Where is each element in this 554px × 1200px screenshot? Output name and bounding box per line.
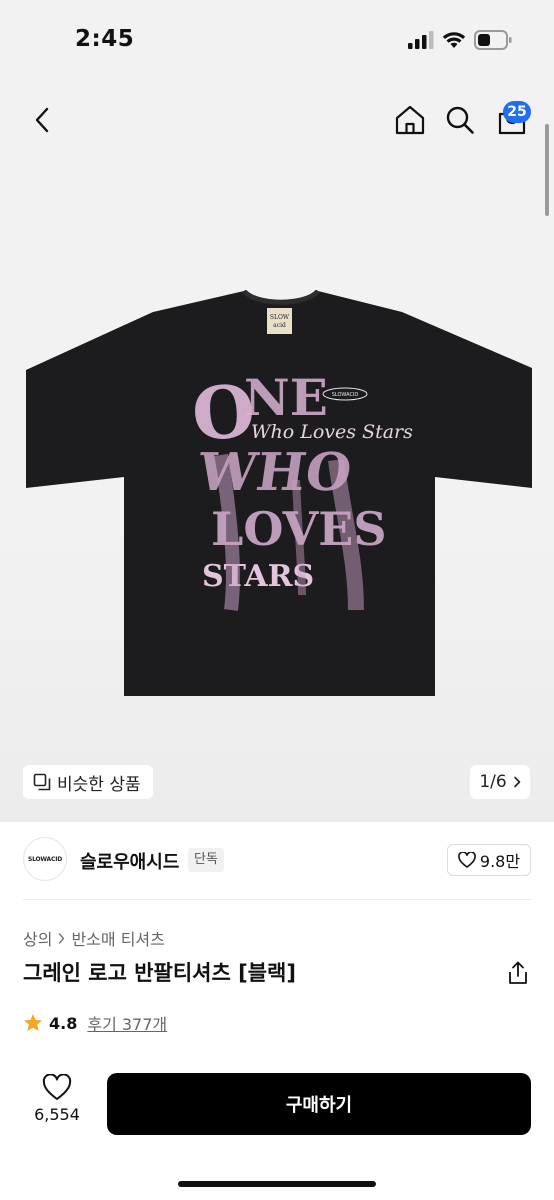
exclusive-badge: 단독	[188, 848, 224, 872]
home-button[interactable]	[390, 100, 430, 140]
similar-products-button[interactable]: 비슷한 상품	[23, 765, 153, 799]
search-button[interactable]	[440, 100, 480, 140]
share-icon	[509, 961, 527, 984]
home-icon	[395, 105, 425, 135]
buy-button[interactable]: 구매하기	[107, 1073, 531, 1135]
buy-button-label: 구매하기	[285, 1095, 353, 1116]
heart-icon	[458, 852, 476, 868]
status-bar: 2:45	[0, 0, 554, 84]
tshirt-collar	[242, 290, 320, 305]
cellular-signal-icon	[408, 31, 434, 49]
brand-logo[interactable]: SLOWACID	[23, 837, 67, 881]
battery-icon	[474, 30, 512, 50]
image-page-counter[interactable]: 1/6	[470, 765, 530, 799]
status-time: 2:45	[75, 26, 135, 52]
back-button[interactable]	[22, 100, 62, 140]
neck-label-text-2: acid	[273, 322, 286, 329]
neck-label-text: SLOW	[270, 314, 290, 321]
svg-text:Who Loves Stars: Who Loves Stars	[251, 421, 413, 443]
brand-row: SLOWACID 슬로우애시드 단독 9.8만	[0, 834, 554, 886]
chevron-right-icon	[59, 932, 65, 944]
svg-text:NE: NE	[244, 368, 328, 427]
product-image[interactable]: SLOW acid SLOWACID O NE Who Loves Stars …	[26, 290, 532, 696]
brand-like-button[interactable]: 9.8만	[447, 844, 531, 876]
scroll-indicator	[545, 124, 549, 216]
brand-like-count: 9.8만	[479, 852, 521, 871]
neck-label	[267, 308, 292, 334]
similar-products-label: 비슷한 상품	[57, 774, 141, 795]
chest-logo-text: SLOWACID	[332, 392, 359, 398]
heart-icon	[42, 1074, 72, 1100]
product-like-count: 6,554	[34, 1105, 80, 1124]
rating-value: 4.8	[49, 1013, 78, 1033]
top-nav-bar	[0, 94, 554, 148]
chevron-left-icon	[35, 107, 49, 133]
product-title: 그레인 로고 반팔티셔츠 [블랙]	[23, 961, 296, 985]
breadcrumb-item-category[interactable]: 상의	[23, 926, 52, 950]
divider	[23, 899, 531, 900]
similar-items-icon	[33, 773, 51, 791]
page-counter-text: 1/6	[479, 772, 507, 792]
home-indicator	[178, 1181, 376, 1187]
status-icons	[408, 30, 512, 50]
rating-row: 4.8 후기 377개	[23, 1011, 167, 1035]
breadcrumb-item-subcategory[interactable]: 반소매 티셔츠	[71, 926, 164, 950]
brand-name[interactable]: 슬로우애시드	[80, 848, 179, 874]
cart-count-badge: 25	[503, 101, 531, 123]
share-button[interactable]	[504, 958, 532, 988]
brand-logo-text: SLOWACID	[27, 855, 63, 863]
search-icon	[446, 106, 474, 134]
review-count-link[interactable]: 후기 377개	[87, 1011, 167, 1035]
product-like-button[interactable]: 6,554	[28, 1074, 86, 1134]
breadcrumb: 상의 반소매 티셔츠	[23, 926, 165, 950]
wifi-icon	[442, 32, 466, 48]
chevron-right-icon	[513, 776, 520, 788]
star-icon	[24, 1014, 42, 1031]
